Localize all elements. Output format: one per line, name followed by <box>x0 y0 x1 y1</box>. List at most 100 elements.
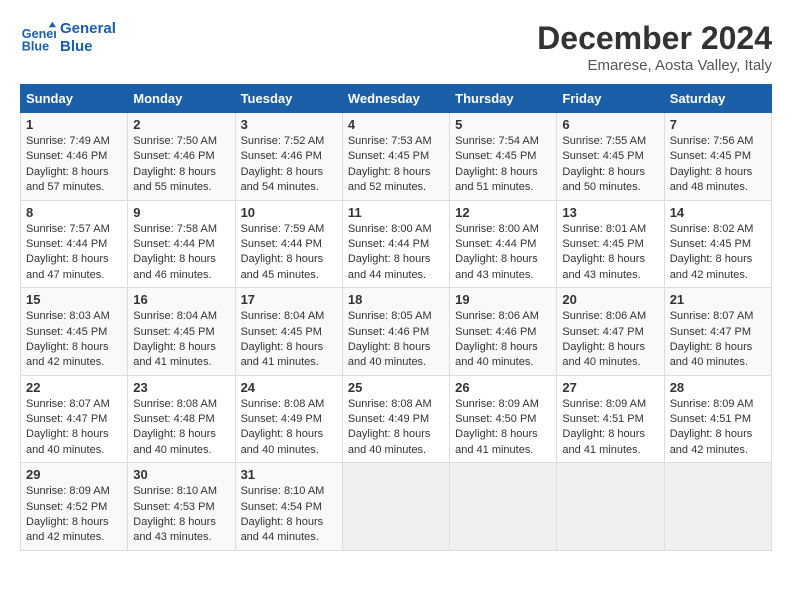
day-number: 3 <box>241 117 337 132</box>
calendar-cell: 20 Sunrise: 8:06 AMSunset: 4:47 PMDaylig… <box>557 288 664 376</box>
day-number: 19 <box>455 292 551 307</box>
logo-text-general: General <box>60 20 116 38</box>
day-info: Sunrise: 7:59 AMSunset: 4:44 PMDaylight:… <box>241 222 337 284</box>
calendar-cell: 22 Sunrise: 8:07 AMSunset: 4:47 PMDaylig… <box>21 375 128 463</box>
day-number: 6 <box>562 117 658 132</box>
calendar-cell <box>450 463 557 551</box>
title-block: December 2024 Emarese, Aosta Valley, Ita… <box>537 20 772 74</box>
day-info: Sunrise: 8:07 AMSunset: 4:47 PMDaylight:… <box>26 397 122 459</box>
page-header: General Blue General Blue December 2024 … <box>20 20 772 74</box>
day-number: 18 <box>348 292 444 307</box>
day-info: Sunrise: 8:09 AMSunset: 4:51 PMDaylight:… <box>670 397 766 459</box>
day-info: Sunrise: 8:10 AMSunset: 4:53 PMDaylight:… <box>133 484 229 546</box>
calendar-cell <box>342 463 449 551</box>
day-info: Sunrise: 8:09 AMSunset: 4:50 PMDaylight:… <box>455 397 551 459</box>
day-info: Sunrise: 8:02 AMSunset: 4:45 PMDaylight:… <box>670 222 766 284</box>
calendar-week-1: 1 Sunrise: 7:49 AMSunset: 4:46 PMDayligh… <box>21 113 772 201</box>
day-number: 7 <box>670 117 766 132</box>
calendar-cell: 5 Sunrise: 7:54 AMSunset: 4:45 PMDayligh… <box>450 113 557 201</box>
day-info: Sunrise: 8:05 AMSunset: 4:46 PMDaylight:… <box>348 309 444 371</box>
weekday-header-wednesday: Wednesday <box>342 85 449 113</box>
day-info: Sunrise: 8:00 AMSunset: 4:44 PMDaylight:… <box>455 222 551 284</box>
calendar-week-5: 29 Sunrise: 8:09 AMSunset: 4:52 PMDaylig… <box>21 463 772 551</box>
day-number: 27 <box>562 380 658 395</box>
weekday-header-monday: Monday <box>128 85 235 113</box>
calendar-cell: 10 Sunrise: 7:59 AMSunset: 4:44 PMDaylig… <box>235 200 342 288</box>
day-number: 11 <box>348 205 444 220</box>
day-info: Sunrise: 8:06 AMSunset: 4:47 PMDaylight:… <box>562 309 658 371</box>
calendar-cell: 13 Sunrise: 8:01 AMSunset: 4:45 PMDaylig… <box>557 200 664 288</box>
calendar-cell: 27 Sunrise: 8:09 AMSunset: 4:51 PMDaylig… <box>557 375 664 463</box>
day-number: 24 <box>241 380 337 395</box>
calendar-cell: 2 Sunrise: 7:50 AMSunset: 4:46 PMDayligh… <box>128 113 235 201</box>
day-number: 12 <box>455 205 551 220</box>
day-number: 4 <box>348 117 444 132</box>
weekday-header-sunday: Sunday <box>21 85 128 113</box>
day-info: Sunrise: 8:01 AMSunset: 4:45 PMDaylight:… <box>562 222 658 284</box>
calendar-header-row: SundayMondayTuesdayWednesdayThursdayFrid… <box>21 85 772 113</box>
calendar-cell: 24 Sunrise: 8:08 AMSunset: 4:49 PMDaylig… <box>235 375 342 463</box>
calendar-cell: 23 Sunrise: 8:08 AMSunset: 4:48 PMDaylig… <box>128 375 235 463</box>
day-number: 22 <box>26 380 122 395</box>
location-text: Emarese, Aosta Valley, Italy <box>537 57 772 74</box>
weekday-header-tuesday: Tuesday <box>235 85 342 113</box>
day-info: Sunrise: 8:04 AMSunset: 4:45 PMDaylight:… <box>241 309 337 371</box>
day-info: Sunrise: 7:57 AMSunset: 4:44 PMDaylight:… <box>26 222 122 284</box>
day-number: 26 <box>455 380 551 395</box>
calendar-body: 1 Sunrise: 7:49 AMSunset: 4:46 PMDayligh… <box>21 113 772 551</box>
day-number: 25 <box>348 380 444 395</box>
day-info: Sunrise: 7:53 AMSunset: 4:45 PMDaylight:… <box>348 134 444 196</box>
calendar-cell: 9 Sunrise: 7:58 AMSunset: 4:44 PMDayligh… <box>128 200 235 288</box>
day-number: 8 <box>26 205 122 220</box>
calendar-cell: 3 Sunrise: 7:52 AMSunset: 4:46 PMDayligh… <box>235 113 342 201</box>
day-info: Sunrise: 8:10 AMSunset: 4:54 PMDaylight:… <box>241 484 337 546</box>
calendar-cell: 17 Sunrise: 8:04 AMSunset: 4:45 PMDaylig… <box>235 288 342 376</box>
day-number: 5 <box>455 117 551 132</box>
day-info: Sunrise: 8:09 AMSunset: 4:52 PMDaylight:… <box>26 484 122 546</box>
weekday-header-thursday: Thursday <box>450 85 557 113</box>
day-info: Sunrise: 8:04 AMSunset: 4:45 PMDaylight:… <box>133 309 229 371</box>
day-number: 17 <box>241 292 337 307</box>
day-info: Sunrise: 8:08 AMSunset: 4:48 PMDaylight:… <box>133 397 229 459</box>
calendar-cell: 4 Sunrise: 7:53 AMSunset: 4:45 PMDayligh… <box>342 113 449 201</box>
day-number: 21 <box>670 292 766 307</box>
calendar-cell: 29 Sunrise: 8:09 AMSunset: 4:52 PMDaylig… <box>21 463 128 551</box>
month-title: December 2024 <box>537 20 772 57</box>
logo: General Blue General Blue <box>20 20 116 56</box>
day-info: Sunrise: 7:55 AMSunset: 4:45 PMDaylight:… <box>562 134 658 196</box>
day-number: 28 <box>670 380 766 395</box>
calendar-cell: 14 Sunrise: 8:02 AMSunset: 4:45 PMDaylig… <box>664 200 771 288</box>
calendar-cell: 30 Sunrise: 8:10 AMSunset: 4:53 PMDaylig… <box>128 463 235 551</box>
calendar-week-4: 22 Sunrise: 8:07 AMSunset: 4:47 PMDaylig… <box>21 375 772 463</box>
calendar-cell: 25 Sunrise: 8:08 AMSunset: 4:49 PMDaylig… <box>342 375 449 463</box>
day-number: 2 <box>133 117 229 132</box>
day-info: Sunrise: 8:07 AMSunset: 4:47 PMDaylight:… <box>670 309 766 371</box>
calendar-cell: 18 Sunrise: 8:05 AMSunset: 4:46 PMDaylig… <box>342 288 449 376</box>
calendar-week-2: 8 Sunrise: 7:57 AMSunset: 4:44 PMDayligh… <box>21 200 772 288</box>
day-info: Sunrise: 8:00 AMSunset: 4:44 PMDaylight:… <box>348 222 444 284</box>
day-info: Sunrise: 8:08 AMSunset: 4:49 PMDaylight:… <box>241 397 337 459</box>
calendar-cell: 26 Sunrise: 8:09 AMSunset: 4:50 PMDaylig… <box>450 375 557 463</box>
calendar-week-3: 15 Sunrise: 8:03 AMSunset: 4:45 PMDaylig… <box>21 288 772 376</box>
calendar-cell: 12 Sunrise: 8:00 AMSunset: 4:44 PMDaylig… <box>450 200 557 288</box>
calendar-cell <box>557 463 664 551</box>
day-number: 9 <box>133 205 229 220</box>
svg-text:Blue: Blue <box>22 40 49 54</box>
day-number: 1 <box>26 117 122 132</box>
calendar-cell: 16 Sunrise: 8:04 AMSunset: 4:45 PMDaylig… <box>128 288 235 376</box>
day-number: 30 <box>133 467 229 482</box>
calendar-table: SundayMondayTuesdayWednesdayThursdayFrid… <box>20 84 772 551</box>
day-info: Sunrise: 7:54 AMSunset: 4:45 PMDaylight:… <box>455 134 551 196</box>
day-number: 31 <box>241 467 337 482</box>
day-number: 13 <box>562 205 658 220</box>
day-info: Sunrise: 8:08 AMSunset: 4:49 PMDaylight:… <box>348 397 444 459</box>
calendar-cell: 28 Sunrise: 8:09 AMSunset: 4:51 PMDaylig… <box>664 375 771 463</box>
day-number: 10 <box>241 205 337 220</box>
calendar-cell: 11 Sunrise: 8:00 AMSunset: 4:44 PMDaylig… <box>342 200 449 288</box>
calendar-cell: 1 Sunrise: 7:49 AMSunset: 4:46 PMDayligh… <box>21 113 128 201</box>
day-info: Sunrise: 7:49 AMSunset: 4:46 PMDaylight:… <box>26 134 122 196</box>
day-info: Sunrise: 8:03 AMSunset: 4:45 PMDaylight:… <box>26 309 122 371</box>
logo-icon: General Blue <box>20 20 56 56</box>
day-info: Sunrise: 7:52 AMSunset: 4:46 PMDaylight:… <box>241 134 337 196</box>
calendar-cell: 31 Sunrise: 8:10 AMSunset: 4:54 PMDaylig… <box>235 463 342 551</box>
